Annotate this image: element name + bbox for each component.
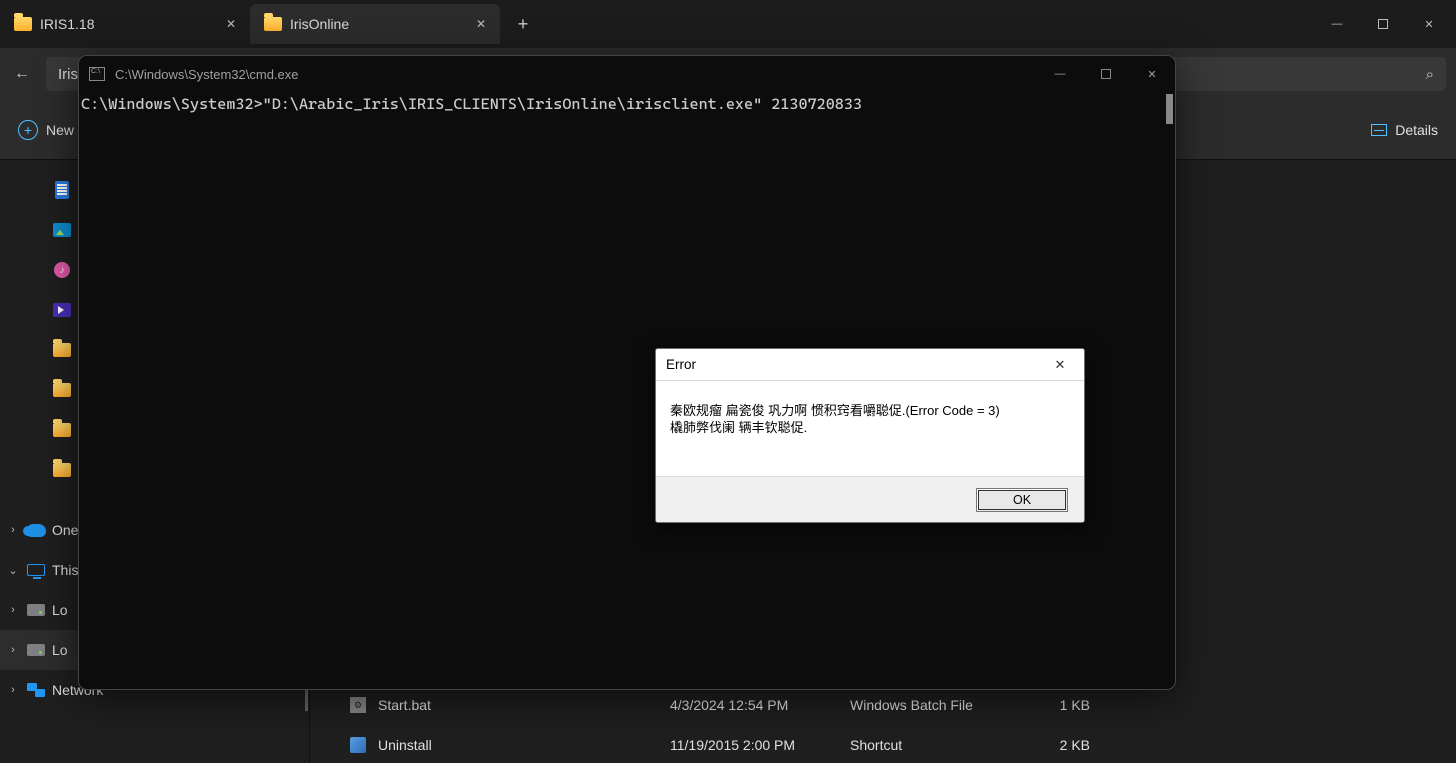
cmd-scrollbar[interactable] <box>1166 94 1173 124</box>
drive-icon <box>27 604 45 616</box>
error-close-button[interactable]: ✕ <box>1040 352 1080 378</box>
tab-irisonline[interactable]: IrisOnline ✕ <box>250 4 500 44</box>
file-type: Shortcut <box>850 737 1050 753</box>
sidebar-label: This <box>52 562 78 578</box>
file-name: Start.bat <box>378 697 431 713</box>
back-button[interactable]: ← <box>14 65 30 83</box>
chevron-right-icon: › <box>6 524 20 536</box>
monitor-icon <box>27 564 45 576</box>
new-tab-button[interactable]: + <box>506 7 540 41</box>
batch-file-icon: ⚙ <box>350 697 366 713</box>
shortcut-icon <box>350 737 366 753</box>
sidebar-label: Lo <box>52 602 68 618</box>
close-button[interactable]: ✕ <box>1406 8 1452 40</box>
file-row-uninstall[interactable]: Uninstall 11/19/2015 2:00 PM Shortcut 2 … <box>310 725 1456 763</box>
cmd-line: C:\Windows\System32>"D:\Arabic_Iris\IRIS… <box>81 95 862 113</box>
network-icon <box>27 683 45 697</box>
cmd-icon <box>89 67 105 81</box>
error-title: Error <box>666 357 696 372</box>
cmd-close-button[interactable]: ✕ <box>1129 56 1175 92</box>
window-controls: — ✕ <box>1314 8 1452 40</box>
chevron-right-icon: › <box>6 684 20 696</box>
close-icon[interactable]: ✕ <box>226 17 236 31</box>
file-size: 2 KB <box>1050 737 1110 753</box>
cmd-titlebar[interactable]: C:\Windows\System32\cmd.exe — ✕ <box>79 56 1175 92</box>
tab-strip: IRIS1.18 ✕ IrisOnline ✕ + <box>0 0 540 48</box>
minimize-button[interactable]: — <box>1314 8 1360 40</box>
sidebar-label: Lo <box>52 642 68 658</box>
tab-iris118[interactable]: IRIS1.18 ✕ <box>0 4 250 44</box>
error-body: 秦欧规瘤 扁瓷俊 巩力啊 惯积窍看嚼聪促.(Error Code = 3) 橇肺… <box>656 381 1084 476</box>
file-name: Uninstall <box>378 737 432 753</box>
details-icon <box>1371 124 1387 136</box>
new-label: New <box>46 122 74 138</box>
folder-icon <box>53 463 71 477</box>
folder-icon <box>53 383 71 397</box>
cmd-title: C:\Windows\System32\cmd.exe <box>115 67 299 82</box>
error-dialog: Error ✕ 秦欧规瘤 扁瓷俊 巩力啊 惯积窍看嚼聪促.(Error Code… <box>655 348 1085 523</box>
document-icon <box>55 181 69 199</box>
drive-icon <box>27 644 45 656</box>
cmd-maximize-button[interactable] <box>1083 56 1129 92</box>
sidebar-label: One <box>52 522 78 538</box>
chevron-right-icon: › <box>6 604 20 616</box>
folder-icon <box>53 423 71 437</box>
tab-label: IrisOnline <box>290 16 349 32</box>
folder-icon <box>264 17 282 31</box>
maximize-button[interactable] <box>1360 8 1406 40</box>
folder-icon <box>14 17 32 31</box>
file-date: 4/3/2024 12:54 PM <box>670 697 850 713</box>
chevron-down-icon: ⌄ <box>6 564 20 577</box>
file-size: 1 KB <box>1050 697 1110 713</box>
new-button[interactable]: + New <box>18 120 74 140</box>
picture-icon <box>53 223 71 237</box>
folder-icon <box>53 343 71 357</box>
cmd-window-controls: — ✕ <box>1037 56 1175 92</box>
error-line1: 秦欧规瘤 扁瓷俊 巩力啊 惯积窍看嚼聪促.(Error Code = 3) <box>670 403 1070 420</box>
search-icon[interactable]: ⌕ <box>1426 66 1434 83</box>
cmd-minimize-button[interactable]: — <box>1037 56 1083 92</box>
music-icon: ♪ <box>54 262 70 278</box>
chevron-right-icon: › <box>6 644 20 656</box>
plus-icon: + <box>18 120 38 140</box>
onedrive-icon <box>26 524 46 537</box>
file-row-start-bat[interactable]: ⚙ Start.bat 4/3/2024 12:54 PM Windows Ba… <box>310 685 1456 725</box>
video-icon <box>53 303 71 317</box>
close-icon[interactable]: ✕ <box>476 17 486 31</box>
details-view-button[interactable]: Details <box>1371 122 1438 138</box>
ok-button[interactable]: OK <box>976 488 1068 512</box>
error-footer: OK <box>656 476 1084 522</box>
file-date: 11/19/2015 2:00 PM <box>670 737 850 753</box>
file-type: Windows Batch File <box>850 697 1050 713</box>
tab-label: IRIS1.18 <box>40 16 94 32</box>
details-label: Details <box>1395 122 1438 138</box>
explorer-titlebar: IRIS1.18 ✕ IrisOnline ✕ + — ✕ <box>0 0 1456 48</box>
error-line2: 橇肺弊伐阑 辆丰钦聪促. <box>670 420 1070 437</box>
error-titlebar[interactable]: Error ✕ <box>656 349 1084 381</box>
